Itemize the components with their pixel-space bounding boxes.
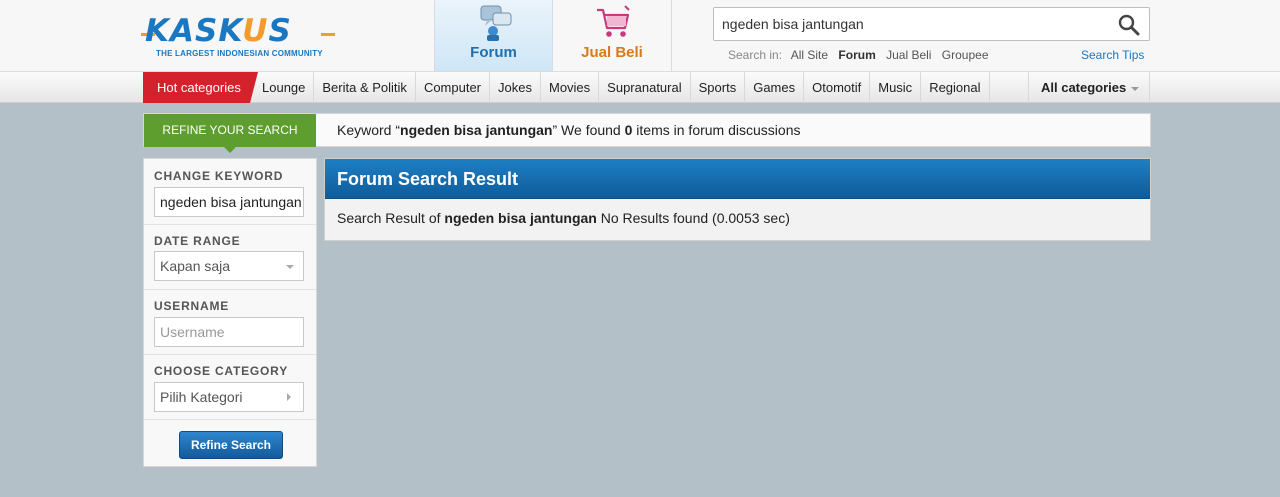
username-input[interactable] bbox=[154, 317, 304, 347]
category-lounge[interactable]: Lounge bbox=[254, 72, 315, 103]
site-header: KASKUS THE LARGEST INDONESIAN COMMUNITY … bbox=[0, 0, 1280, 72]
category-bar: Hot categories Lounge Berita & Politik C… bbox=[0, 72, 1280, 103]
refine-sidebar: CHANGE KEYWORD DATE RANGE Kapan saja USE… bbox=[143, 158, 317, 467]
category-sports[interactable]: Sports bbox=[691, 72, 746, 103]
category-select-value: Pilih Kategori bbox=[160, 389, 243, 405]
category-jokes[interactable]: Jokes bbox=[490, 72, 541, 103]
chevron-down-icon bbox=[286, 265, 294, 269]
shopping-cart-icon bbox=[597, 5, 630, 37]
refine-your-search-label: REFINE YOUR SEARCH bbox=[144, 114, 316, 153]
kaskus-logo[interactable]: KASKUS THE LARGEST INDONESIAN COMMUNITY bbox=[141, 13, 340, 62]
summary-keyword: ngeden bisa jantungan bbox=[400, 122, 553, 138]
result-title: Forum Search Result bbox=[325, 159, 1150, 199]
date-range-title: DATE RANGE bbox=[154, 234, 241, 248]
change-keyword-title: CHANGE KEYWORD bbox=[154, 169, 284, 183]
category-list: Lounge Berita & Politik Computer Jokes M… bbox=[254, 72, 990, 103]
logo-wordmark: KASKUS bbox=[145, 13, 292, 49]
keyword-input[interactable] bbox=[154, 187, 304, 217]
tab-forum-label: Forum bbox=[470, 44, 517, 61]
category-computer[interactable]: Computer bbox=[416, 72, 491, 103]
result-keyword: ngeden bisa jantungan bbox=[444, 210, 597, 226]
chevron-down-icon bbox=[1131, 86, 1140, 91]
section-username: USERNAME bbox=[144, 290, 316, 355]
search-scope: Search in: All Site Forum Jual Beli Grou… bbox=[728, 48, 996, 62]
section-change-keyword: CHANGE KEYWORD bbox=[144, 159, 316, 225]
date-range-select[interactable]: Kapan saja bbox=[154, 251, 304, 281]
category-supranatural[interactable]: Supranatural bbox=[599, 72, 691, 103]
category-games[interactable]: Games bbox=[745, 72, 805, 103]
choose-category-title: CHOOSE CATEGORY bbox=[154, 364, 289, 378]
category-music[interactable]: Music bbox=[870, 72, 922, 103]
logo-tagline: THE LARGEST INDONESIAN COMMUNITY bbox=[156, 49, 323, 58]
search-icon bbox=[1118, 14, 1140, 36]
search-scope-groupee[interactable]: Groupee bbox=[942, 48, 989, 62]
tab-forum[interactable]: Forum bbox=[434, 0, 553, 71]
search-in-label: Search in: bbox=[728, 48, 783, 62]
refine-bar: REFINE YOUR SEARCH Keyword “ngeden bisa … bbox=[143, 113, 1151, 153]
search-tips-link[interactable]: Search Tips bbox=[1081, 48, 1144, 62]
forum-search-result-panel: Forum Search Result Search Result of nge… bbox=[324, 158, 1151, 241]
search-summary: Keyword “ngeden bisa jantungan” We found… bbox=[337, 122, 801, 138]
date-range-value: Kapan saja bbox=[160, 258, 231, 274]
category-berita-politik[interactable]: Berita & Politik bbox=[314, 72, 416, 103]
category-otomotif[interactable]: Otomotif bbox=[804, 72, 871, 103]
chevron-right-icon bbox=[287, 393, 291, 401]
search-box bbox=[713, 7, 1150, 41]
search-scope-forum[interactable]: Forum bbox=[838, 48, 875, 62]
search-button[interactable] bbox=[1117, 13, 1141, 37]
all-categories-label: All categories bbox=[1041, 80, 1127, 95]
category-select[interactable]: Pilih Kategori bbox=[154, 382, 304, 412]
username-title: USERNAME bbox=[154, 299, 230, 313]
all-categories-dropdown[interactable]: All categories bbox=[1028, 72, 1150, 103]
search-scope-jual-beli[interactable]: Jual Beli bbox=[886, 48, 931, 62]
logo-dash-right bbox=[321, 33, 335, 36]
category-regional[interactable]: Regional bbox=[921, 72, 990, 103]
tab-jual-beli[interactable]: Jual Beli bbox=[553, 0, 672, 71]
section-choose-category: CHOOSE CATEGORY Pilih Kategori bbox=[144, 355, 316, 420]
search-input[interactable] bbox=[714, 8, 1104, 40]
hot-categories-button[interactable]: Hot categories bbox=[143, 72, 258, 103]
result-message: Search Result of ngeden bisa jantungan N… bbox=[337, 210, 790, 226]
section-date-range: DATE RANGE Kapan saja bbox=[144, 225, 316, 290]
category-movies[interactable]: Movies bbox=[541, 72, 600, 103]
forum-icon bbox=[480, 5, 512, 41]
search-scope-all-site[interactable]: All Site bbox=[791, 48, 828, 62]
refine-search-button[interactable]: Refine Search bbox=[179, 431, 283, 459]
tab-jual-beli-label: Jual Beli bbox=[581, 44, 643, 61]
